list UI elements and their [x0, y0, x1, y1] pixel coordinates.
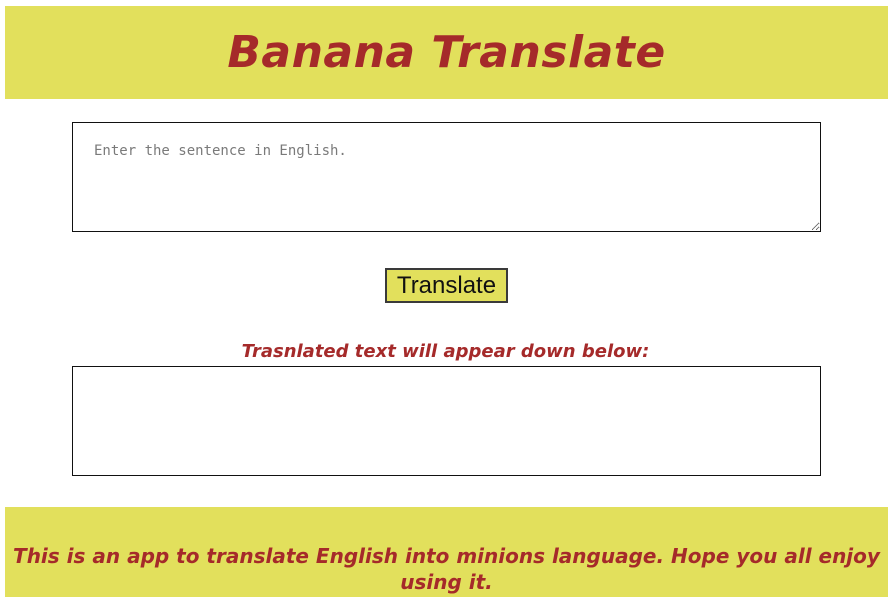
english-input[interactable] [72, 122, 821, 232]
app-header: Banana Translate [5, 6, 888, 99]
translate-button[interactable]: Translate [385, 268, 508, 303]
translated-output [72, 366, 821, 476]
footer-description: This is an app to translate English into… [13, 544, 880, 594]
output-label: Trasnlated text will appear down below: [241, 341, 650, 362]
app-footer: This is an app to translate English into… [5, 507, 888, 597]
app-title: Banana Translate [227, 27, 666, 78]
